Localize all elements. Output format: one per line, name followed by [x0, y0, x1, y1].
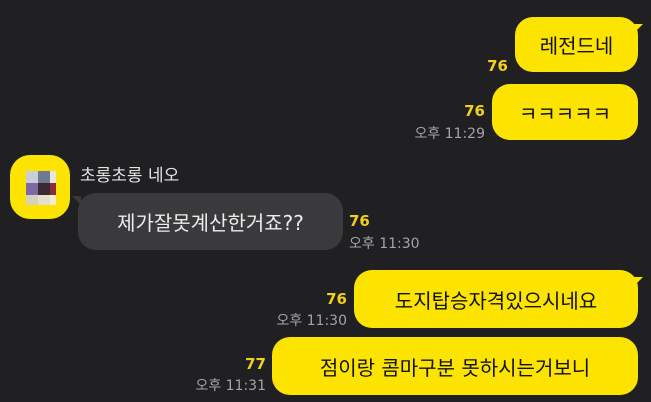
message-text: 레전드네 — [539, 34, 614, 58]
my-message-bubble[interactable]: ㅋㅋㅋㅋㅋ — [492, 84, 638, 140]
message-text: 제가잘못계산한거죠?? — [117, 211, 304, 235]
avatar-pixel — [26, 171, 38, 183]
other-message-bubble[interactable]: 제가잘못계산한거죠?? — [78, 193, 343, 250]
avatar-pixel — [50, 171, 56, 183]
my-message-bubble[interactable]: 점이랑 콤마구분 못하시는거보니 — [272, 337, 638, 395]
avatar-pixel — [26, 195, 38, 205]
message-timestamp: 오후 11:31 — [195, 378, 266, 394]
avatar-pixel — [50, 195, 56, 205]
message-text: 점이랑 콤마구분 못하시는거보니 — [319, 355, 591, 380]
unread-count: 77 — [245, 355, 266, 373]
avatar-pixel — [38, 183, 50, 195]
sender-name[interactable]: 초롱초롱 네오 — [80, 161, 179, 186]
avatar[interactable] — [10, 155, 70, 219]
bubble-tail — [634, 277, 643, 286]
unread-count: 76 — [487, 57, 508, 75]
message-text: ㅋㅋㅋㅋㅋ — [519, 101, 611, 126]
my-message-bubble[interactable]: 도지탑승자격있으시네요 — [354, 270, 638, 328]
unread-count: 76 — [464, 102, 485, 120]
unread-count: 76 — [326, 290, 347, 308]
avatar-pixel — [26, 183, 38, 195]
avatar-pixel — [38, 171, 50, 183]
bubble-tail — [634, 24, 643, 33]
message-timestamp: 오후 11:30 — [276, 313, 347, 329]
message-text: 도지탑승자격있으시네요 — [394, 288, 598, 313]
my-message-bubble[interactable]: 레전드네 — [515, 17, 638, 72]
message-timestamp: 오후 11:29 — [414, 126, 485, 142]
message-timestamp: 오후 11:30 — [349, 236, 420, 252]
avatar-pixel — [38, 195, 50, 205]
avatar-pixel — [50, 183, 56, 195]
unread-count: 76 — [349, 212, 370, 230]
